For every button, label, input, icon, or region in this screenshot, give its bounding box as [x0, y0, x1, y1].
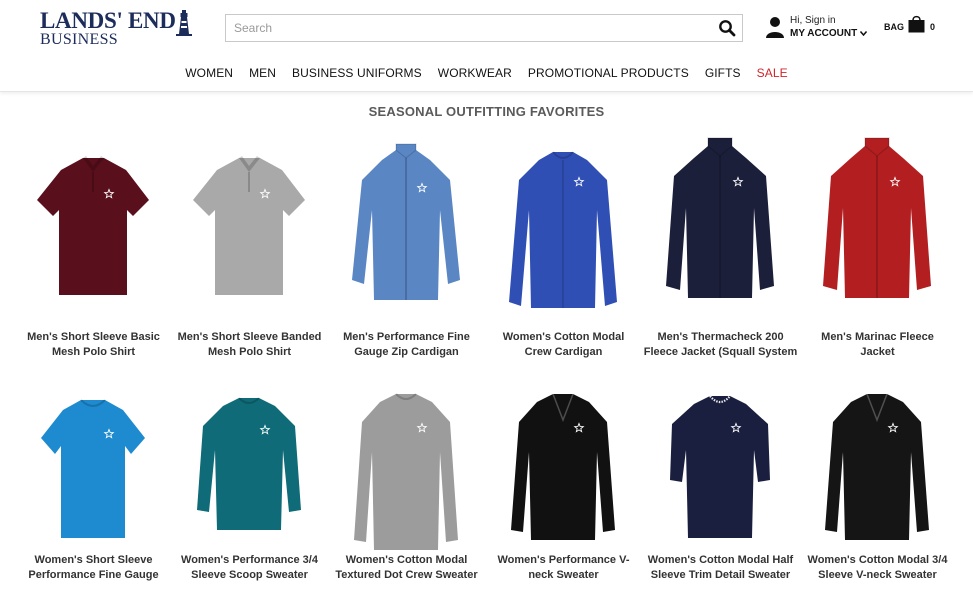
- crew-sweater-icon[interactable]: [334, 370, 479, 560]
- shopping-bag[interactable]: BAG 0: [884, 15, 944, 37]
- nav-women[interactable]: WOMEN: [177, 64, 241, 84]
- product-name[interactable]: Women's Cotton Modal Crew Cardigan: [485, 330, 642, 360]
- shopping-bag-icon: [908, 15, 925, 33]
- half-sleeve-sweater-icon[interactable]: [648, 370, 793, 560]
- product-name-line2: Jacket: [860, 346, 895, 358]
- product-name[interactable]: Women's Performance 3/4 Sleeve Scoop Swea…: [171, 553, 328, 583]
- nav-sale[interactable]: SALE: [749, 64, 796, 84]
- product-name-line2: Textured Dot Crew Sweater: [335, 569, 478, 581]
- product-name[interactable]: Men's Short Sleeve Banded Mesh Polo Shirt: [171, 330, 328, 360]
- site-header: LANDS' END BUSINESS Hi, Sign in MY ACCOU…: [0, 0, 973, 92]
- search-box: [225, 14, 743, 42]
- main-nav: WOMEN MEN BUSINESS UNIFORMS WORKWEAR PRO…: [0, 64, 973, 84]
- account-menu[interactable]: Hi, Sign in MY ACCOUNT: [766, 14, 868, 44]
- product-name-line2: Performance Fine Gauge: [28, 569, 159, 581]
- product-name[interactable]: Men's Short Sleeve Basic Mesh Polo Shirt: [15, 330, 172, 360]
- product-name-line1: Men's Marinac Fleece: [821, 331, 934, 343]
- product-name[interactable]: Men's Thermacheck 200 Fleece Jacket (Squa…: [642, 330, 799, 360]
- v-neck-sweater-icon[interactable]: [805, 370, 950, 560]
- lighthouse-icon: [176, 10, 192, 36]
- sign-in-greeting: Hi, Sign in: [790, 15, 836, 26]
- product-name-line2: Sleeve Trim Detail Sweater: [650, 569, 791, 581]
- product-name-line1: Men's Thermacheck 200: [657, 331, 784, 343]
- product-name[interactable]: Men's Performance Fine Gauge Zip Cardigan: [328, 330, 485, 360]
- product-name-line1: Men's Short Sleeve Banded: [177, 331, 322, 343]
- nav-gifts[interactable]: GIFTS: [697, 64, 749, 84]
- nav-men[interactable]: MEN: [241, 64, 284, 84]
- polo-shirt-icon[interactable]: [177, 130, 322, 320]
- product-name-line1: Women's Cotton Modal Half: [647, 554, 794, 566]
- product-name-line2: Fleece Jacket (Squall System: [643, 346, 798, 358]
- product-name-line2: Sleeve Scoop Sweater: [191, 569, 308, 581]
- logo-sub-text: BUSINESS: [40, 31, 118, 48]
- product-name-line1: Men's Short Sleeve Basic: [27, 331, 160, 343]
- product-name-line2: neck Sweater: [528, 569, 599, 581]
- chevron-down-icon: [859, 31, 868, 37]
- product-name-line2: Gauge Zip Cardigan: [354, 346, 459, 358]
- v-neck-sweater-icon[interactable]: [491, 370, 636, 560]
- my-account-label: MY ACCOUNT: [790, 28, 868, 39]
- product-name-line1: Women's Performance V-: [497, 554, 630, 566]
- scoop-sweater-icon[interactable]: [177, 370, 322, 560]
- nav-business-uniforms[interactable]: BUSINESS UNIFORMS: [284, 64, 430, 84]
- product-name[interactable]: Women's Performance V-neck Sweater: [485, 553, 642, 583]
- product-name-line1: Women's Short Sleeve: [34, 554, 153, 566]
- section-title: SEASONAL OUTFITTING FAVORITES: [368, 104, 605, 119]
- product-name-line1: Women's Cotton Modal: [502, 331, 625, 343]
- product-name[interactable]: Men's Marinac Fleece Jacket: [799, 330, 956, 360]
- fleece-jacket-icon[interactable]: [648, 130, 793, 320]
- nav-workwear[interactable]: WORKWEAR: [430, 64, 520, 84]
- cardigan-icon[interactable]: [491, 130, 636, 320]
- zip-cardigan-icon[interactable]: [334, 130, 479, 320]
- lands-end-business-logo[interactable]: LANDS' END BUSINESS: [40, 8, 195, 48]
- user-icon: [766, 17, 784, 38]
- polo-shirt-icon[interactable]: [21, 130, 166, 320]
- search-input[interactable]: [226, 15, 706, 41]
- bag-label: BAG: [884, 22, 904, 32]
- short-sleeve-sweater-icon[interactable]: [21, 370, 166, 560]
- product-name-line1: Men's Performance Fine: [343, 331, 470, 343]
- product-name[interactable]: Women's Cotton Modal Textured Dot Crew Sw…: [328, 553, 485, 583]
- search-icon[interactable]: [718, 19, 736, 37]
- nav-promotional-products[interactable]: PROMOTIONAL PRODUCTS: [520, 64, 697, 84]
- product-name-line2: Crew Cardigan: [524, 346, 603, 358]
- product-name-line1: Women's Performance 3/4: [181, 554, 318, 566]
- bag-count: 0: [930, 22, 936, 32]
- product-name[interactable]: Women's Cotton Modal 3/4 Sleeve V-neck Sw…: [799, 553, 956, 583]
- product-name-line2: Mesh Polo Shirt: [207, 346, 292, 358]
- product-name[interactable]: Women's Short Sleeve Performance Fine Gau…: [15, 553, 172, 583]
- product-name-line2: Sleeve V-neck Sweater: [818, 569, 937, 581]
- product-name-line1: Women's Cotton Modal: [345, 554, 468, 566]
- product-name-line1: Women's Cotton Modal 3/4: [807, 554, 948, 566]
- my-account-text: MY ACCOUNT: [790, 28, 858, 39]
- fleece-jacket-icon[interactable]: [805, 130, 950, 320]
- product-name[interactable]: Women's Cotton Modal Half Sleeve Trim Det…: [642, 553, 799, 583]
- product-name-line2: Mesh Polo Shirt: [51, 346, 136, 358]
